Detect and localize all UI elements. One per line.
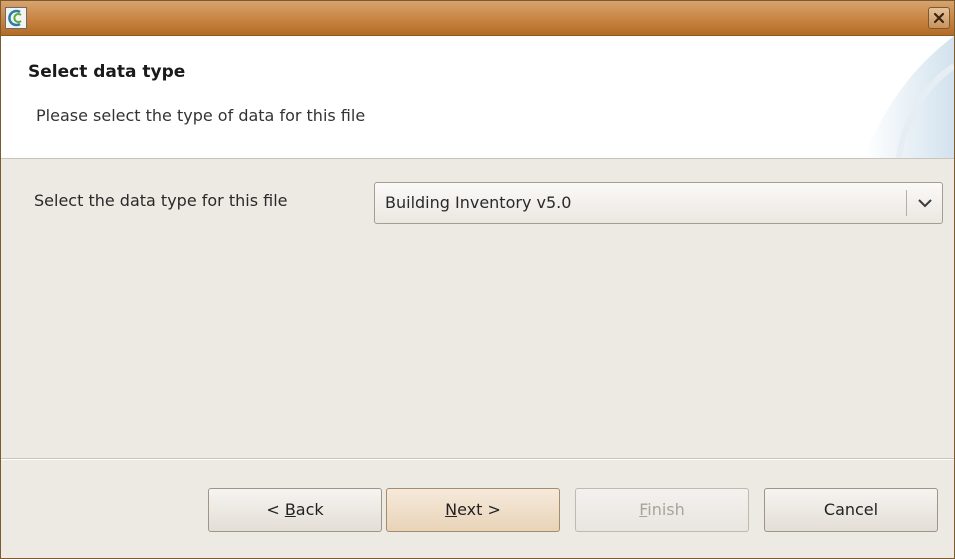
app-logo-icon	[5, 7, 27, 29]
data-type-combo[interactable]: Building Inventory v5.0	[374, 182, 943, 224]
data-type-label: Select the data type for this file	[34, 191, 288, 210]
combo-divider	[906, 190, 907, 216]
dialog-window: Select data type Please select the type …	[0, 0, 955, 559]
header-swoosh-graphic	[864, 36, 954, 158]
back-button[interactable]: < Back	[208, 488, 382, 532]
next-button-rest: ext >	[457, 500, 501, 519]
finish-button-rest: inish	[647, 500, 685, 519]
page-description: Please select the type of data for this …	[36, 106, 366, 125]
back-button-prefix: <	[266, 500, 285, 519]
finish-button[interactable]: Finish	[575, 488, 749, 532]
back-button-mnemonic: B	[284, 500, 296, 519]
close-icon	[933, 12, 945, 24]
title-bar[interactable]	[1, 1, 954, 36]
page-title: Select data type	[28, 62, 186, 82]
wizard-header: Select data type Please select the type …	[1, 36, 954, 158]
footer-separator-highlight	[1, 459, 954, 460]
data-type-combo-value: Building Inventory v5.0	[385, 193, 572, 212]
back-button-rest: ack	[295, 500, 324, 519]
chevron-down-icon[interactable]	[916, 195, 934, 211]
cancel-button[interactable]: Cancel	[764, 488, 938, 532]
next-button[interactable]: Next >	[386, 488, 560, 532]
header-separator	[1, 158, 954, 159]
next-button-mnemonic: N	[445, 500, 458, 519]
close-button[interactable]	[928, 7, 950, 29]
